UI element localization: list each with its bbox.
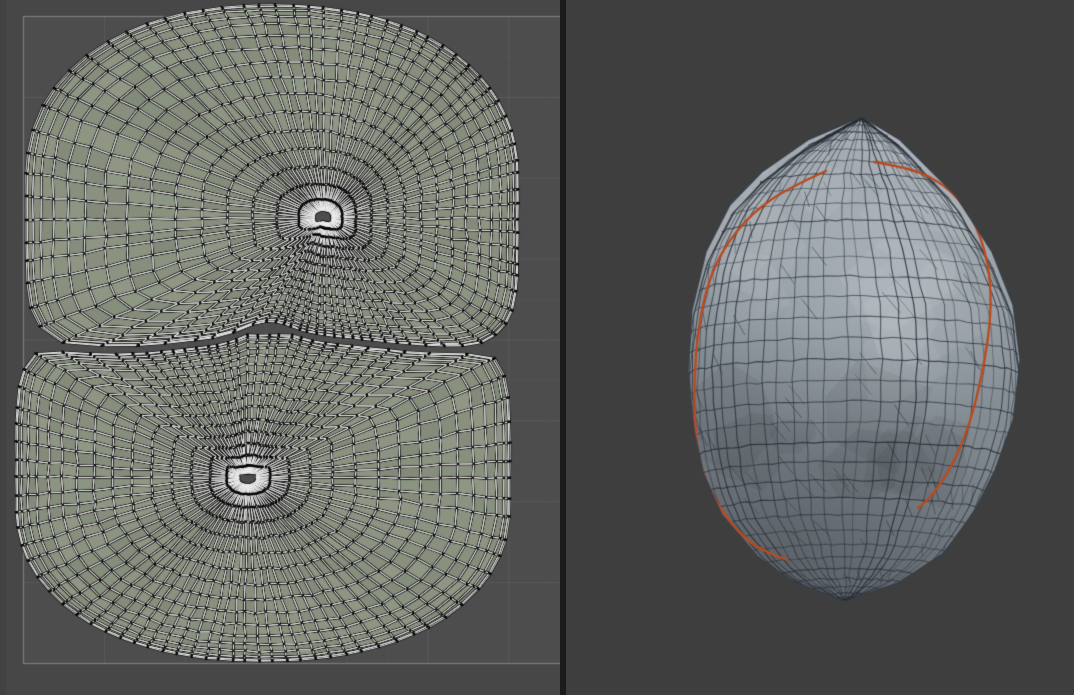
blender-window (0, 0, 1074, 695)
viewport-3d-panel[interactable] (566, 0, 1074, 695)
uv-editor-panel[interactable] (0, 0, 560, 695)
uv-editor-canvas[interactable] (0, 0, 560, 695)
viewport-3d-canvas[interactable] (566, 0, 1074, 695)
